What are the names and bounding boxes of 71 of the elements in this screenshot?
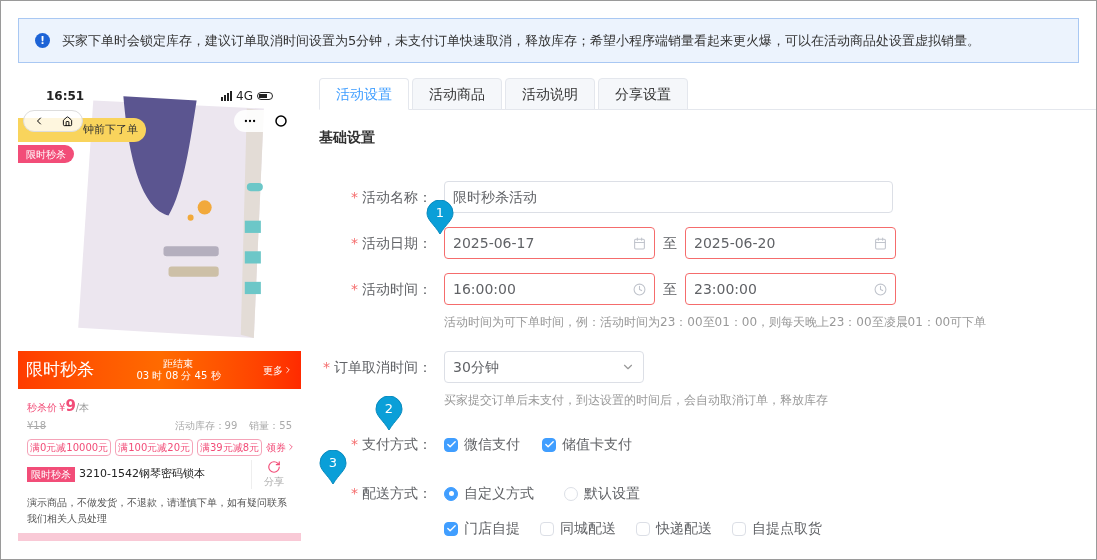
coupon-tag[interactable]: 满0元减10000元 — [27, 438, 112, 456]
tab[interactable]: 活动商品 — [412, 78, 502, 110]
step-marker: 1 — [426, 200, 454, 234]
coupon-tag[interactable]: 满100元减20元 — [115, 438, 193, 456]
coupon-tag[interactable]: 满39元减8元 — [197, 438, 263, 456]
field-label: 活动日期： — [362, 233, 432, 253]
notice-text: 买家下单时会锁定库存，建议订单取消时间设置为5分钟，未支付订单快速取消，释放库存；希望小程序端销量看起来更火爆，可以在活动商品处设置虚拟销量。 — [62, 31, 981, 50]
radio-label[interactable]: 自定义方式 — [464, 483, 534, 504]
cancel-time-select[interactable]: 30分钟 — [444, 351, 644, 383]
calendar-icon — [874, 236, 887, 250]
step-marker: 3 — [319, 450, 347, 484]
currency: ¥ — [59, 402, 66, 415]
product-name: 3210-1542钢琴密码锁本 — [79, 465, 205, 482]
required-mark: * — [351, 484, 358, 503]
clock-icon — [633, 282, 646, 296]
banner-title: 限时秒杀 — [26, 358, 94, 382]
tab[interactable]: 分享设置 — [598, 78, 688, 110]
checkbox-label[interactable]: 微信支付 — [464, 434, 520, 455]
step-marker: 2 — [375, 396, 403, 430]
field-label: 活动时间： — [362, 279, 432, 299]
stock-count: 活动库存：99 — [174, 418, 238, 433]
required-mark: * — [351, 279, 358, 299]
radio-label[interactable]: 默认设置 — [584, 483, 640, 504]
section-title: 基础设置 — [319, 128, 376, 147]
time-field[interactable]: 16:00:00 — [444, 273, 655, 305]
price-unit: /本 — [75, 402, 90, 415]
checkbox-label[interactable]: 同城配送 — [560, 518, 616, 539]
flash-price: 9 — [65, 396, 76, 417]
time-field[interactable]: 23:00:00 — [685, 273, 896, 305]
countdown-label: 距结束 — [163, 357, 194, 370]
checkbox-label[interactable]: 自提点取货 — [752, 518, 822, 539]
field-label: 支付方式： — [362, 435, 432, 454]
share-icon[interactable] — [267, 459, 281, 474]
product-tag: 限时秒杀 — [27, 466, 75, 482]
checkbox-label[interactable]: 快递配送 — [656, 518, 712, 539]
range-separator: 至 — [662, 279, 678, 299]
checkbox[interactable] — [542, 437, 556, 452]
checkbox[interactable] — [444, 437, 458, 452]
status-time: 16:51 — [46, 88, 85, 105]
radio-button[interactable] — [444, 486, 458, 501]
disclaimer: 演示商品，不做发货，不退款，请谨慎下单，如有疑问联系我们相关人员处理 — [27, 495, 288, 526]
price-label: 秒杀价 — [27, 401, 57, 415]
flash-sale-tag: 限时秒杀 — [18, 145, 74, 163]
name-field[interactable]: 限时秒杀活动 — [444, 181, 893, 213]
chevron-right-icon — [283, 365, 293, 375]
hint-text: 活动时间为可下单时间，例：活动时间为23：00至01：00，则每天晚上23：00至凌晨01：00可下单 — [444, 314, 988, 331]
network-type: 4G — [236, 88, 253, 105]
calendar-icon — [633, 236, 646, 250]
countdown: 03 时 08 分 45 秒 — [136, 370, 221, 383]
original-price: ¥18 — [27, 418, 47, 433]
checkbox-label[interactable]: 储值卡支付 — [562, 434, 632, 455]
required-mark: * — [351, 187, 358, 207]
hint-text: 买家提交订单后未支付，到达设置的时间后，会自动取消订单，释放库存 — [444, 392, 829, 409]
tab[interactable]: 活动说明 — [505, 78, 595, 110]
more-link[interactable]: 更多 — [263, 362, 293, 378]
range-separator: 至 — [662, 233, 678, 253]
signal-icon — [221, 91, 233, 101]
info-icon: ! — [35, 33, 50, 48]
clock-icon — [874, 282, 887, 296]
date-field[interactable]: 2025-06-17 — [444, 227, 655, 259]
field-label: 订单取消时间： — [334, 357, 432, 377]
home-icon[interactable] — [62, 115, 74, 127]
required-mark: * — [351, 435, 358, 454]
sales-count: 销量：55 — [249, 418, 292, 433]
checkbox[interactable] — [444, 521, 458, 536]
field-label: 配送方式： — [362, 484, 432, 503]
required-mark: * — [351, 233, 358, 253]
date-field[interactable]: 2025-06-20 — [685, 227, 896, 259]
required-mark: * — [323, 357, 330, 377]
checkbox-label[interactable]: 门店自提 — [464, 518, 520, 539]
coupon-link[interactable]: 领券 — [266, 439, 297, 455]
